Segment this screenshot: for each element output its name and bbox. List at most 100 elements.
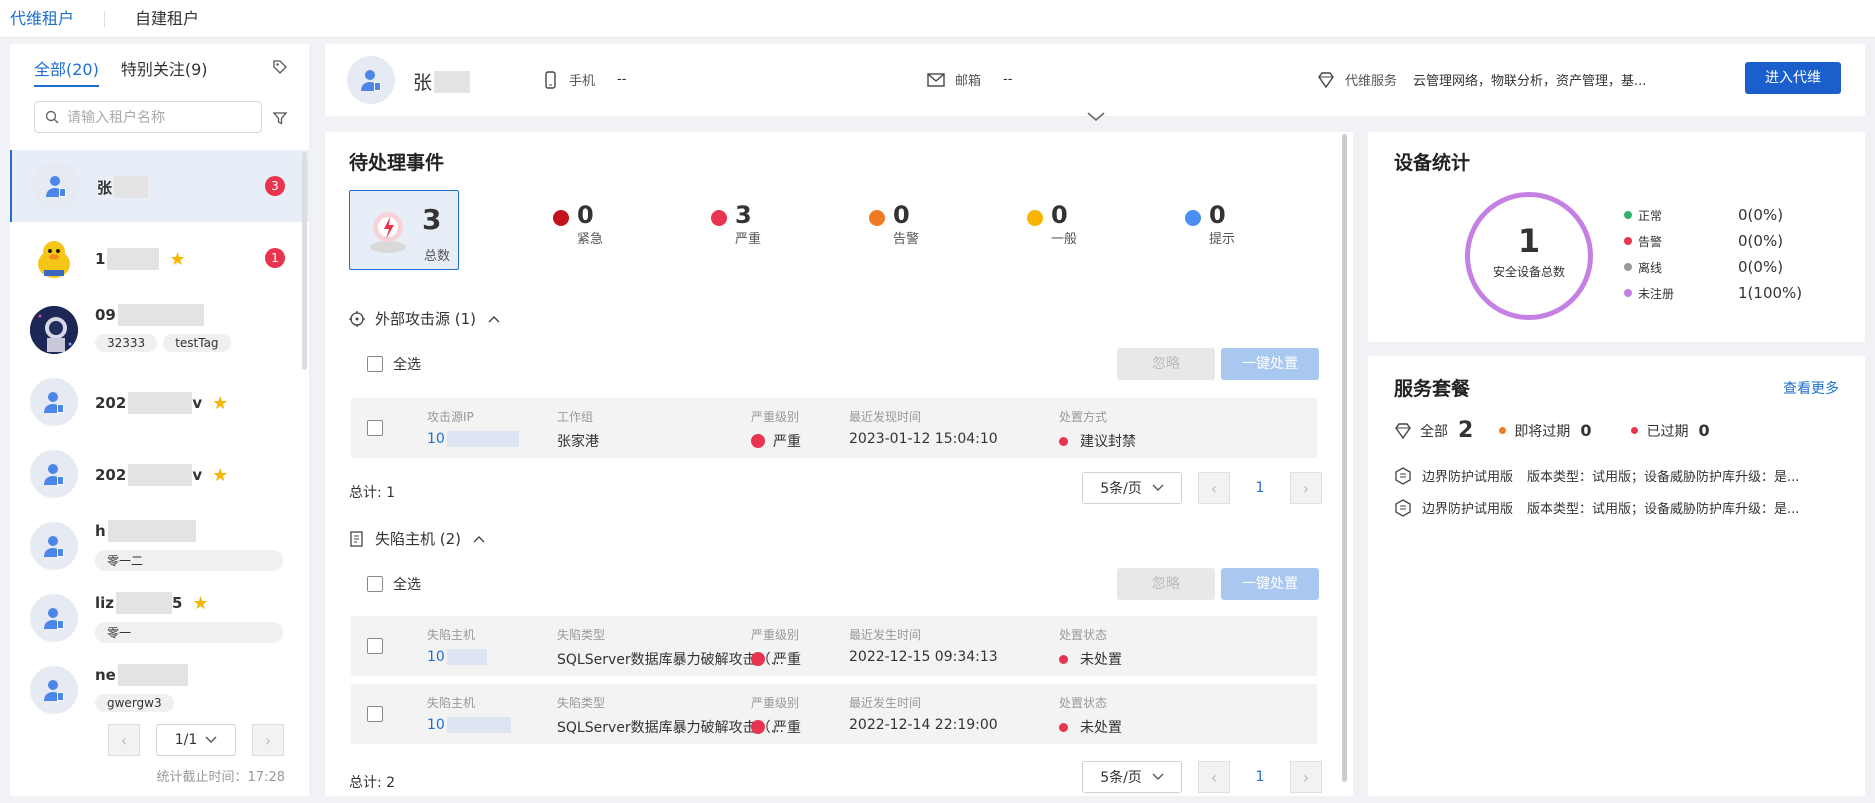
page-size-select[interactable]: 5条/页 <box>1082 472 1182 504</box>
avatar <box>30 234 78 282</box>
prev-page-button[interactable]: ‹ <box>108 724 140 756</box>
host-ip[interactable]: 10 <box>427 649 487 665</box>
current-page[interactable]: 1 <box>1246 769 1274 785</box>
tenant-item[interactable]: liz 5 ★ 零一 <box>10 582 309 654</box>
scrollbar[interactable] <box>1342 134 1347 782</box>
avatar <box>30 378 78 426</box>
tenant-tabs: 全部(20) 特别关注(9) <box>34 56 208 87</box>
tenant-name: 202 v ★ <box>95 392 229 414</box>
total-label: 总数 <box>424 249 451 264</box>
total-count: 3 <box>422 203 442 236</box>
device-total-label: 安全设备总数 <box>1492 265 1565 279</box>
filter-icon[interactable] <box>272 110 288 126</box>
tag-icon[interactable] <box>273 60 287 74</box>
package-item[interactable]: 边界防护试用版 版本类型：试用版；设备威胁防护库升级：是... <box>1394 498 1817 517</box>
tab-self-built-tenants[interactable]: 自建租户 <box>125 0 209 38</box>
level-severe[interactable]: 3 严重 <box>711 202 761 247</box>
table-row[interactable]: 失陷主机 10 失陷类型 SQLServer数据库暴力破解攻击（... 严重级别 严重… <box>351 616 1317 676</box>
next-page-button[interactable]: › <box>1290 761 1322 793</box>
star-icon[interactable]: ★ <box>212 465 228 486</box>
hosts-pager: 5条/页 ‹ 1 › <box>1082 761 1322 793</box>
level-info[interactable]: 0 提示 <box>1185 202 1235 247</box>
star-icon[interactable]: ★ <box>169 249 185 270</box>
row-checkbox[interactable] <box>367 706 383 722</box>
prev-page-button[interactable]: ‹ <box>1198 472 1230 504</box>
device-total-ring: 1 安全设备总数 <box>1465 192 1593 320</box>
host-icon <box>350 530 363 547</box>
tag: 零一二 <box>95 550 283 571</box>
table-row[interactable]: 失陷主机 10 失陷类型 SQLServer数据库暴力破解攻击（... 严重级别 严重… <box>351 684 1317 744</box>
tenant-item[interactable]: 09 32333 testTag <box>10 294 309 366</box>
attack-ip[interactable]: 10 <box>427 431 519 447</box>
star-icon[interactable]: ★ <box>212 393 228 414</box>
legend-item: 离线 0(0%) <box>1624 254 1824 280</box>
checkbox[interactable] <box>367 576 383 592</box>
page-select[interactable]: 1/1 <box>156 724 236 756</box>
phone-icon <box>545 70 556 89</box>
enter-maintenance-button[interactable]: 进入代维 <box>1745 62 1841 94</box>
table-row[interactable]: 攻击源IP 10 工作组 张家港 严重级别 严重 最近发现时间 2023-01-12 1… <box>351 398 1317 458</box>
status-dot <box>1059 436 1068 446</box>
service-field: 代维服务 云管理网络，物联分析，资产管理，基... <box>1317 70 1646 89</box>
row-checkbox[interactable] <box>367 638 383 654</box>
tab-special-focus[interactable]: 特别关注(9) <box>121 56 208 87</box>
host-ip[interactable]: 10 <box>427 717 511 733</box>
tenant-item[interactable]: 张 3 <box>10 150 309 222</box>
user-icon <box>44 464 64 485</box>
level-general[interactable]: 0 一般 <box>1027 202 1077 247</box>
ignore-button[interactable]: 忽略 <box>1117 568 1215 600</box>
view-more-link[interactable]: 查看更多 <box>1783 378 1839 398</box>
user-icon <box>44 608 64 629</box>
select-all[interactable]: 全选 <box>367 354 421 374</box>
tenant-item[interactable]: h 零一二 <box>10 510 309 582</box>
tab-managed-tenants[interactable]: 代维租户 <box>0 0 84 38</box>
total-events-card[interactable]: 3 总数 <box>349 190 459 270</box>
select-all[interactable]: 全选 <box>367 574 421 594</box>
tab-all-tenants[interactable]: 全部(20) <box>34 56 99 87</box>
service-packages-panel: 服务套餐 查看更多 全部 2 即将过期 0 已过期 0 边界防护试用版 版本类型：试用版… <box>1368 356 1865 796</box>
total-count: 总计: 1 <box>349 485 396 501</box>
checkbox[interactable] <box>367 356 383 372</box>
user-icon <box>46 176 66 197</box>
next-page-button[interactable]: › <box>252 724 284 756</box>
chevron-up-icon <box>488 315 500 322</box>
ignore-button[interactable]: 忽略 <box>1117 348 1215 380</box>
device-total: 1 <box>1517 222 1541 260</box>
search-input[interactable]: 请输入租户名称 <box>34 101 262 133</box>
tenant-item[interactable]: 202 v ★ <box>10 366 309 438</box>
user-icon <box>361 70 381 91</box>
chevron-down-icon <box>1152 484 1164 491</box>
next-page-button[interactable]: › <box>1290 472 1322 504</box>
stats-timestamp: 统计截止时间：17:28 <box>156 770 285 785</box>
divider <box>104 10 106 27</box>
row-checkbox[interactable] <box>367 420 383 436</box>
attack-pager: 5条/页 ‹ 1 › <box>1082 472 1322 504</box>
status-dot <box>1059 654 1068 664</box>
star-icon[interactable]: ★ <box>192 593 208 614</box>
current-page[interactable]: 1 <box>1246 480 1274 496</box>
severity-icon <box>751 720 765 734</box>
user-icon <box>44 680 64 701</box>
one-click-dispose-button[interactable]: 一键处置 <box>1221 348 1319 380</box>
tenant-item[interactable]: 1 ★ 1 <box>10 222 309 294</box>
page-size-select[interactable]: 5条/页 <box>1082 761 1182 793</box>
scrollbar[interactable] <box>302 152 307 370</box>
diamond-icon <box>1395 422 1411 439</box>
chevron-down-icon <box>1152 773 1164 780</box>
level-urgent[interactable]: 0 紧急 <box>553 202 603 247</box>
legend-item: 告警 0(0%) <box>1624 228 1824 254</box>
total-count: 总计: 2 <box>349 775 396 791</box>
prev-page-button[interactable]: ‹ <box>1198 761 1230 793</box>
collapse-icon[interactable] <box>1084 110 1108 124</box>
compromised-host-header[interactable]: 失陷主机 (2) <box>349 528 485 549</box>
avatar <box>30 450 78 498</box>
attack-source-header[interactable]: 外部攻击源 (1) <box>349 308 500 329</box>
tenant-tags: 零一 <box>95 622 283 643</box>
one-click-dispose-button[interactable]: 一键处置 <box>1221 568 1319 600</box>
level-warning[interactable]: 0 告警 <box>869 202 919 247</box>
package-item[interactable]: 边界防护试用版 版本类型：试用版；设备威胁防护库升级：是... <box>1394 466 1817 485</box>
tenant-item[interactable]: 202 v ★ <box>10 438 309 510</box>
tenant-item[interactable]: ne gwergw3 <box>10 654 309 720</box>
avatar <box>30 594 78 642</box>
legend-item: 正常 0(0%) <box>1624 202 1824 228</box>
